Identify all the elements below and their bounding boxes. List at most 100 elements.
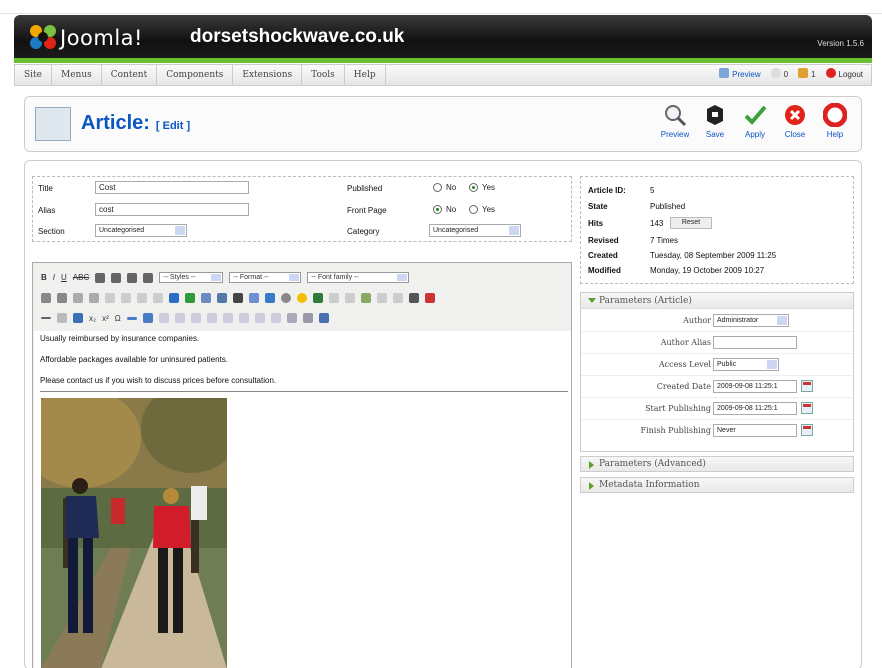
subscript-icon[interactable]: x₂ — [89, 314, 96, 323]
remove-format-icon[interactable] — [57, 313, 67, 323]
start-publishing-input[interactable]: 2009-09-08 11:25:1 — [713, 402, 797, 415]
copy-icon[interactable] — [377, 293, 387, 303]
align-center-icon[interactable] — [111, 272, 122, 283]
table-icon[interactable] — [158, 313, 169, 323]
insert-row-icon[interactable] — [206, 313, 217, 323]
fullscreen-icon[interactable] — [361, 293, 371, 303]
unlink-icon[interactable] — [153, 293, 163, 303]
menu-site[interactable]: Site — [15, 65, 52, 85]
hits-label: Hits — [588, 219, 604, 228]
frontpage-yes-radio[interactable]: Yes — [469, 205, 495, 214]
horizontal-rule-icon[interactable] — [41, 317, 51, 319]
html-icon[interactable] — [217, 293, 227, 303]
split-cells-icon[interactable] — [270, 313, 281, 323]
row-props-icon[interactable] — [174, 313, 185, 323]
parameters-heading[interactable]: Parameters (Article) — [581, 293, 853, 309]
visual-aid-icon[interactable] — [73, 313, 83, 323]
media-icon[interactable] — [313, 293, 323, 303]
rtl-icon[interactable] — [345, 293, 355, 303]
redo-icon[interactable] — [121, 293, 131, 303]
cell-props-icon[interactable] — [190, 313, 201, 323]
runners-photo — [41, 398, 227, 668]
editor-content[interactable]: Usually reimbursed by insurance companie… — [34, 331, 571, 668]
status-preview-link[interactable]: Preview — [719, 68, 761, 82]
alias-input[interactable]: cost — [95, 203, 249, 216]
anchor-icon[interactable] — [169, 293, 179, 303]
frontpage-no-radio[interactable]: No — [433, 205, 456, 214]
align-justify-icon[interactable] — [143, 272, 154, 283]
help-button[interactable]: Help — [817, 103, 853, 139]
menu-components[interactable]: Components — [157, 65, 234, 85]
apply-button[interactable]: Apply — [737, 103, 773, 139]
created-date-input[interactable]: 2009-09-08 11:25:1 — [713, 380, 797, 393]
insert-col-icon[interactable] — [238, 313, 249, 323]
numbered-list-icon[interactable] — [57, 293, 67, 303]
undo-icon[interactable] — [105, 293, 115, 303]
calendar-icon[interactable] — [801, 380, 813, 392]
published-no-radio[interactable]: No — [433, 183, 456, 192]
advanced-hr-icon[interactable] — [126, 316, 137, 320]
text-direction-icon[interactable] — [409, 293, 419, 303]
metadata-information-toggle[interactable]: Metadata Information — [580, 477, 854, 493]
bullet-list-icon[interactable] — [41, 293, 51, 303]
section-select[interactable]: Uncategorised — [95, 224, 187, 237]
ltr-icon[interactable] — [329, 293, 339, 303]
menu-menus[interactable]: Menus — [52, 65, 102, 85]
created-label: Created — [588, 251, 618, 260]
styles-select[interactable]: -- Styles -- — [159, 272, 224, 283]
author-alias-input[interactable] — [713, 336, 797, 349]
bold-icon[interactable]: B — [41, 273, 47, 282]
preview-button[interactable]: Preview — [657, 103, 693, 139]
underline-icon[interactable]: U — [61, 273, 67, 282]
strikethrough-icon[interactable]: ABC — [73, 273, 89, 282]
align-left-icon[interactable] — [95, 272, 106, 283]
close-button[interactable]: Close — [777, 103, 813, 139]
delete-row-icon[interactable] — [222, 313, 233, 323]
status-messages[interactable]: 0 — [770, 68, 788, 82]
reset-hits-button[interactable]: Reset — [670, 217, 712, 229]
category-select[interactable]: Uncategorised — [429, 224, 521, 237]
italic-icon[interactable]: I — [53, 273, 55, 282]
save-button[interactable]: Save — [697, 103, 733, 139]
format-select[interactable]: -- Format -- — [229, 272, 302, 283]
font-color-icon[interactable] — [425, 293, 435, 303]
published-yes-radio[interactable]: Yes — [469, 183, 495, 192]
finish-publishing-input[interactable]: Never — [713, 424, 797, 437]
title-input[interactable]: Cost — [95, 181, 249, 194]
calendar-icon[interactable] — [801, 402, 813, 414]
merge-cells-icon[interactable] — [286, 313, 297, 323]
page-title: Article:[ Edit ] — [81, 112, 191, 134]
status-logout[interactable]: Logout — [825, 68, 863, 82]
edit-css-icon[interactable] — [142, 313, 153, 323]
menu-help[interactable]: Help — [345, 65, 386, 85]
menu-tools[interactable]: Tools — [302, 65, 345, 85]
align-right-icon[interactable] — [127, 272, 138, 283]
special-char-icon[interactable]: Ω — [115, 314, 121, 323]
main-menubar: Site Menus Content Components Extensions… — [14, 64, 872, 86]
indent-icon[interactable] — [89, 293, 99, 303]
font-family-select[interactable]: -- Font family -- — [307, 272, 410, 283]
cleanup-icon[interactable] — [201, 293, 211, 303]
replace-icon[interactable] — [249, 293, 259, 303]
link-icon[interactable] — [137, 293, 147, 303]
menu-content[interactable]: Content — [102, 65, 158, 85]
paste-icon[interactable] — [393, 293, 403, 303]
created-value: Tuesday, 08 September 2009 11:25 — [650, 251, 777, 260]
access-level-select[interactable]: Public — [713, 358, 779, 371]
emoticon-icon[interactable] — [297, 293, 307, 303]
layer-icon[interactable] — [302, 313, 313, 323]
insert-time-icon[interactable] — [281, 293, 291, 303]
superscript-icon[interactable]: x² — [102, 314, 109, 323]
image-icon[interactable] — [185, 293, 195, 303]
menu-extensions[interactable]: Extensions — [233, 65, 303, 85]
delete-col-icon[interactable] — [254, 313, 265, 323]
author-select[interactable]: Administrator — [713, 314, 789, 327]
status-users[interactable]: 1 — [798, 68, 816, 82]
version-label: Version 1.5.6 — [817, 39, 864, 48]
find-icon[interactable] — [233, 293, 243, 303]
insert-date-icon[interactable] — [265, 293, 275, 303]
parameters-advanced-toggle[interactable]: Parameters (Advanced) — [580, 456, 854, 472]
outdent-icon[interactable] — [73, 293, 83, 303]
calendar-icon[interactable] — [801, 424, 813, 436]
style-props-icon[interactable] — [318, 313, 329, 323]
